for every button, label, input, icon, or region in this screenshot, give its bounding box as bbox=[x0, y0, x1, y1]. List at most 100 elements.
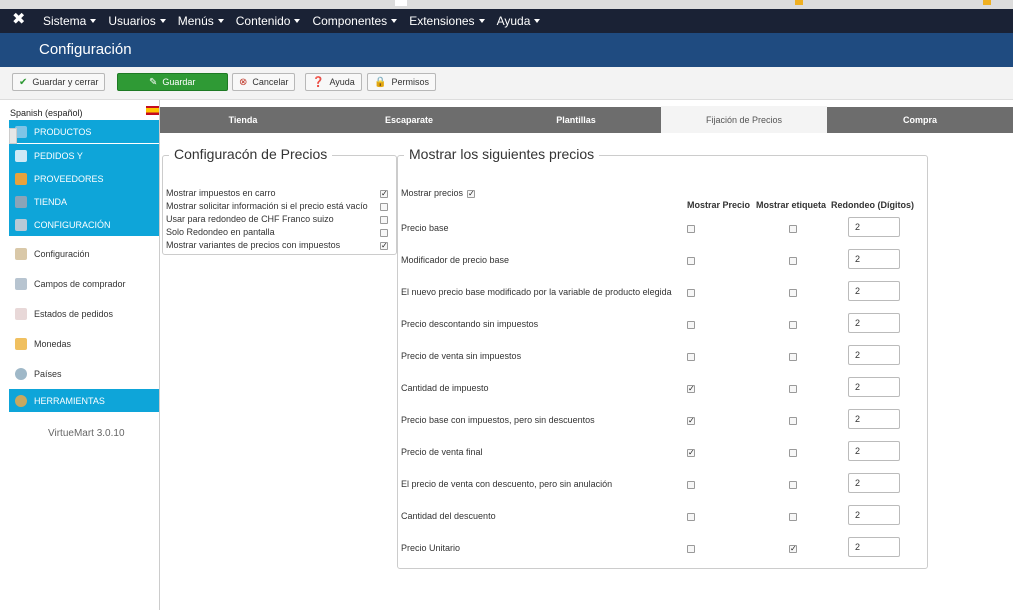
rounding-input[interactable]: 2 bbox=[848, 313, 900, 333]
menu-extensiones[interactable]: Extensiones bbox=[409, 9, 485, 33]
save-button[interactable]: ✎ Guardar bbox=[117, 73, 228, 91]
language-label: Spanish (español) bbox=[10, 108, 83, 118]
sidebar-item-proveedores[interactable]: PROVEEDORES bbox=[9, 167, 159, 190]
show-label-checkbox[interactable] bbox=[789, 353, 797, 361]
rounding-input[interactable]: 2 bbox=[848, 281, 900, 301]
sidebar-collapse-handle[interactable] bbox=[9, 128, 17, 144]
variant-prices-tax-checkbox[interactable]: ✓ bbox=[380, 242, 388, 250]
menu-ayuda[interactable]: Ayuda bbox=[497, 9, 541, 33]
sidebar-item-monedas[interactable]: Monedas bbox=[9, 332, 159, 355]
tab-tienda[interactable]: Tienda bbox=[160, 107, 326, 133]
question-icon: ❓ bbox=[312, 76, 325, 88]
col-show-price: Mostrar Precio bbox=[687, 200, 751, 210]
show-price-checkbox[interactable] bbox=[687, 481, 695, 489]
cancel-icon: ⊗ bbox=[239, 76, 248, 88]
menu-usuarios[interactable]: Usuarios bbox=[108, 9, 166, 33]
tab-plantillas[interactable]: Plantillas bbox=[492, 107, 660, 133]
sidebar-item-herramientas[interactable]: HERRAMIENTAS bbox=[9, 389, 159, 412]
menu-menus[interactable]: Menús bbox=[178, 9, 224, 33]
show-label-checkbox[interactable] bbox=[789, 449, 797, 457]
show-label-checkbox[interactable] bbox=[789, 225, 797, 233]
cancel-button[interactable]: ⊗ Cancelar bbox=[232, 73, 296, 91]
caret-down-icon bbox=[391, 19, 398, 23]
menu-sistema[interactable]: Sistema bbox=[43, 9, 97, 33]
show-price-checkbox[interactable]: ✓ bbox=[687, 417, 695, 425]
caret-down-icon bbox=[294, 19, 301, 23]
show-label-checkbox[interactable] bbox=[789, 417, 797, 425]
price-row-label: El nuevo precio base modificado por la v… bbox=[401, 287, 672, 297]
show-price-checkbox[interactable] bbox=[687, 545, 695, 553]
show-tax-cart-checkbox[interactable]: ✓ bbox=[380, 190, 388, 198]
show-prices-checkbox[interactable]: ✓ bbox=[467, 190, 475, 198]
show-price-checkbox[interactable] bbox=[687, 257, 695, 265]
ask-price-checkbox[interactable] bbox=[380, 203, 388, 211]
rounding-display-checkbox[interactable] bbox=[380, 229, 388, 237]
tab-fijacion-precios[interactable]: Fijación de Precios bbox=[661, 106, 827, 133]
option-label: Usar para redondeo de CHF Franco suizo bbox=[166, 214, 334, 224]
menu-componentes[interactable]: Componentes bbox=[312, 9, 398, 33]
lock-icon: 🔒 bbox=[374, 76, 387, 88]
show-label-checkbox[interactable] bbox=[789, 257, 797, 265]
tools-icon bbox=[15, 247, 27, 260]
price-row-label: Precio de venta sin impuestos bbox=[401, 351, 522, 361]
show-price-checkbox[interactable] bbox=[687, 289, 695, 297]
show-label-checkbox[interactable]: ✓ bbox=[789, 545, 797, 553]
show-label-checkbox[interactable] bbox=[789, 321, 797, 329]
rounding-input[interactable]: 2 bbox=[848, 217, 900, 237]
sidebar-item-estados-pedidos[interactable]: Estados de pedidos bbox=[9, 302, 159, 325]
sidebar-item-configuracion-group[interactable]: CONFIGURACIÓN bbox=[9, 213, 159, 236]
rounding-input[interactable]: 2 bbox=[848, 473, 900, 493]
globe-icon bbox=[15, 367, 27, 380]
show-price-checkbox[interactable]: ✓ bbox=[687, 449, 695, 457]
sidebar-item-campos-comprador[interactable]: Campos de comprador bbox=[9, 272, 159, 295]
tab-compra[interactable]: Compra bbox=[827, 107, 1013, 133]
show-price-checkbox[interactable] bbox=[687, 513, 695, 521]
browser-tab-fragment bbox=[395, 0, 407, 6]
sidebar-item-productos[interactable]: PRODUCTOS bbox=[9, 120, 159, 143]
sidebar-item-configuracion[interactable]: Configuración bbox=[9, 242, 159, 265]
rounding-input[interactable]: 2 bbox=[848, 345, 900, 365]
rounding-input[interactable]: 2 bbox=[848, 505, 900, 525]
sidebar-item-pedidos[interactable]: PEDIDOS Y bbox=[9, 144, 159, 167]
tab-bar: Tienda Escaparate Plantillas Fijación de… bbox=[160, 106, 1013, 133]
permissions-button[interactable]: 🔒 Permisos bbox=[367, 73, 436, 91]
browser-icon-fragment bbox=[795, 0, 803, 5]
show-price-checkbox[interactable] bbox=[687, 225, 695, 233]
price-row-label: Precio Unitario bbox=[401, 543, 461, 553]
price-row-label: Modificador de precio base bbox=[401, 255, 510, 265]
copy-icon bbox=[15, 149, 27, 162]
rounding-input[interactable]: 2 bbox=[848, 441, 900, 461]
menu-contenido[interactable]: Contenido bbox=[236, 9, 301, 33]
price-row-label: Precio de venta final bbox=[401, 447, 483, 457]
option-label: Mostrar solicitar información si el prec… bbox=[166, 201, 368, 211]
show-price-checkbox[interactable]: ✓ bbox=[687, 385, 695, 393]
form-icon bbox=[15, 277, 27, 290]
caret-down-icon bbox=[217, 19, 224, 23]
show-price-checkbox[interactable] bbox=[687, 353, 695, 361]
rounding-input[interactable]: 2 bbox=[848, 409, 900, 429]
document-icon bbox=[15, 307, 27, 320]
show-price-checkbox[interactable] bbox=[687, 321, 695, 329]
show-prices-label: Mostrar precios bbox=[401, 188, 464, 198]
sidebar-item-tienda[interactable]: TIENDA bbox=[9, 190, 159, 213]
show-label-checkbox[interactable] bbox=[789, 481, 797, 489]
col-show-label: Mostrar etiqueta bbox=[756, 200, 827, 210]
show-label-checkbox[interactable] bbox=[789, 513, 797, 521]
show-label-checkbox[interactable] bbox=[789, 289, 797, 297]
version-label: VirtueMart 3.0.10 bbox=[48, 428, 125, 439]
price-row-label: Cantidad de impuesto bbox=[401, 383, 489, 393]
rounding-input[interactable]: 2 bbox=[848, 249, 900, 269]
joomla-logo-icon[interactable]: ✖ bbox=[12, 12, 28, 28]
help-button[interactable]: ❓ Ayuda bbox=[305, 73, 362, 91]
sidebar-item-paises[interactable]: Países bbox=[9, 362, 159, 385]
rounding-input[interactable]: 2 bbox=[848, 377, 900, 397]
chf-rounding-checkbox[interactable] bbox=[380, 216, 388, 224]
caret-down-icon bbox=[90, 19, 97, 23]
option-label: Mostrar impuestos en carro bbox=[166, 188, 276, 198]
show-label-checkbox[interactable] bbox=[789, 385, 797, 393]
option-label: Mostrar variantes de precios con impuest… bbox=[166, 240, 341, 250]
rounding-input[interactable]: 2 bbox=[848, 537, 900, 557]
caret-down-icon bbox=[534, 19, 541, 23]
save-close-button[interactable]: ✔ Guardar y cerrar bbox=[12, 73, 106, 91]
tab-escaparate[interactable]: Escaparate bbox=[326, 107, 492, 133]
